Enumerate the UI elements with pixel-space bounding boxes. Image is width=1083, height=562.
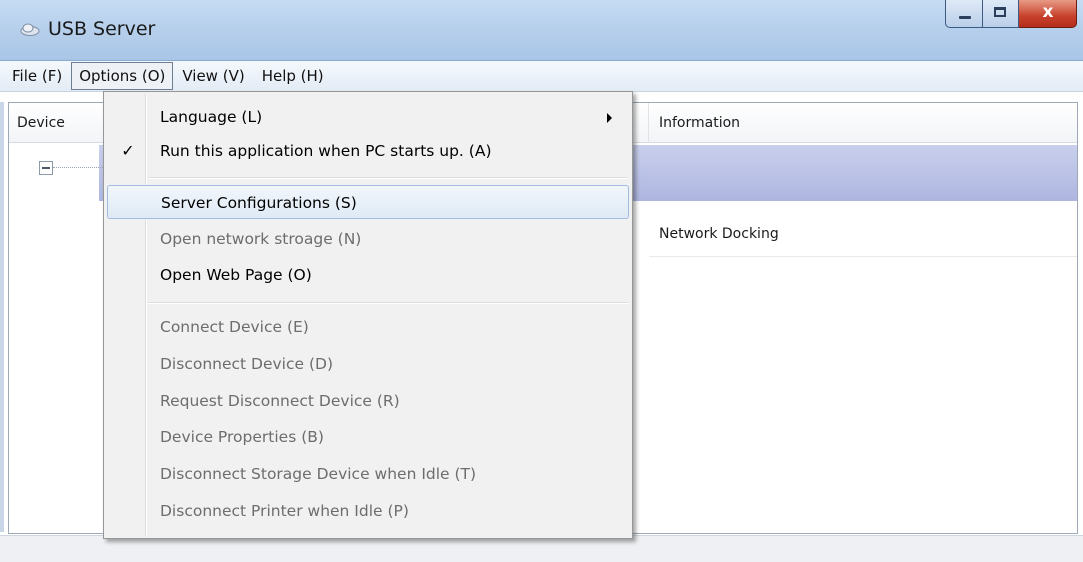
menu-separator — [148, 177, 628, 179]
window-title: USB Server — [48, 18, 156, 40]
maximize-button[interactable] — [983, 0, 1019, 28]
menu-item-run-at-startup[interactable]: ✓ Run this application when PC starts up… — [106, 134, 630, 168]
menu-item-label: Run this application when PC starts up. … — [160, 142, 492, 160]
menu-separator — [148, 302, 628, 304]
menu-item-label: Disconnect Printer when Idle (P) — [160, 502, 409, 520]
minimize-button[interactable] — [945, 0, 983, 28]
menu-item-label: Device Properties (B) — [160, 428, 324, 446]
menu-item-device-properties[interactable]: Device Properties (B) — [106, 420, 630, 454]
options-menu-dropdown: Language (L) ✓ Run this application when… — [103, 91, 633, 539]
submenu-arrow-icon — [607, 113, 612, 123]
menu-item-disconnect-device[interactable]: Disconnect Device (D) — [106, 347, 630, 381]
menu-item-open-network-storage[interactable]: Open network stroage (N) — [106, 222, 630, 256]
menu-item-label: Disconnect Storage Device when Idle (T) — [160, 465, 477, 483]
status-bar — [0, 535, 1083, 562]
window-controls: x — [945, 0, 1077, 30]
usb-server-window: USB Server x File (F) Options (O) View (… — [0, 0, 1083, 562]
menu-item-language[interactable]: Language (L) — [106, 100, 630, 134]
close-button[interactable]: x — [1019, 0, 1077, 28]
menu-item-label: Disconnect Device (D) — [160, 355, 333, 373]
tree-connector — [53, 167, 103, 169]
menu-item-label: Server Configurations (S) — [161, 194, 357, 212]
close-icon: x — [1042, 2, 1054, 22]
minimize-icon — [959, 16, 971, 19]
menu-view[interactable]: View (V) — [174, 62, 252, 90]
checkmark-icon: ✓ — [121, 141, 135, 160]
menu-item-label: Language (L) — [160, 108, 263, 126]
menu-bar: File (F) Options (O) View (V) Help (H) — [0, 61, 1083, 92]
title-bar[interactable]: USB Server x — [0, 0, 1083, 61]
menu-options[interactable]: Options (O) — [71, 62, 174, 90]
maximize-icon — [994, 7, 1006, 17]
menu-item-label: Open Web Page (O) — [160, 266, 312, 284]
menu-item-label: Request Disconnect Device (R) — [160, 392, 400, 410]
cloud-drive-icon — [20, 23, 40, 36]
menu-item-disconnect-storage-idle[interactable]: Disconnect Storage Device when Idle (T) — [106, 457, 630, 491]
column-header-information[interactable]: Information — [649, 103, 1077, 143]
menu-file[interactable]: File (F) — [4, 62, 70, 90]
menu-item-server-configurations[interactable]: Server Configurations (S) — [107, 185, 629, 219]
menu-item-label: Open network stroage (N) — [160, 230, 362, 248]
menu-item-request-disconnect-device[interactable]: Request Disconnect Device (R) — [106, 384, 630, 418]
menu-item-open-web-page[interactable]: Open Web Page (O) — [106, 258, 630, 292]
tree-collapse-icon[interactable] — [39, 161, 53, 175]
menu-item-label: Connect Device (E) — [160, 318, 309, 336]
table-row[interactable]: Network Docking — [649, 211, 1077, 257]
menu-item-disconnect-printer-idle[interactable]: Disconnect Printer when Idle (P) — [106, 494, 630, 528]
menu-item-connect-device[interactable]: Connect Device (E) — [106, 310, 630, 344]
menu-help[interactable]: Help (H) — [254, 62, 332, 90]
window-frame-edge — [0, 102, 4, 532]
